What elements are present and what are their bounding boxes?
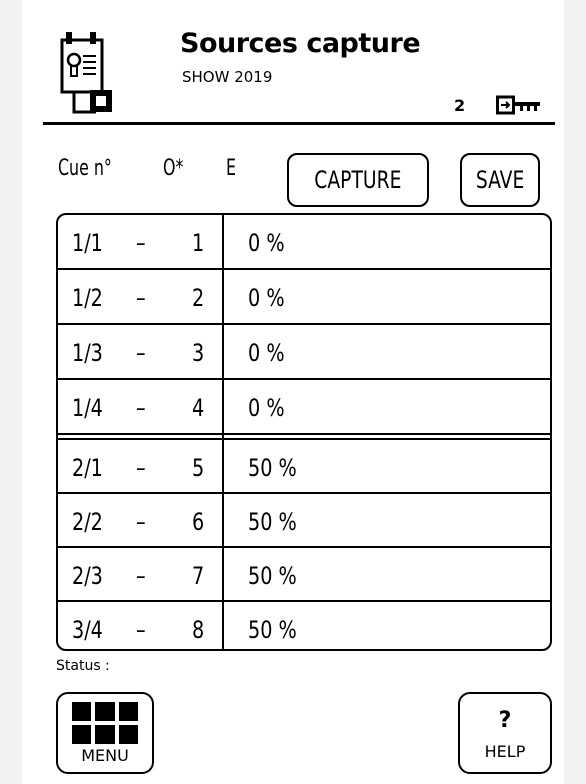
show-name: SHOW 2019 <box>182 68 273 86</box>
help-button[interactable]: ? HELP <box>458 692 552 774</box>
number-cell: 7 <box>192 562 205 590</box>
level-cell: 0 % <box>248 284 285 312</box>
question-mark-icon: ? <box>498 708 512 733</box>
number-cell: 2 <box>192 284 205 312</box>
cue-cell: 1/3 <box>72 339 103 367</box>
cue-cell: 1/2 <box>72 284 103 312</box>
group-divider <box>58 433 550 435</box>
dash-cell: – <box>136 616 146 644</box>
level-cell: 0 % <box>248 394 285 422</box>
level-cell: 50 % <box>248 454 297 482</box>
page-title: Sources capture <box>180 28 421 59</box>
level-cell: 0 % <box>248 229 285 257</box>
table-row[interactable]: 1/2 – 2 0 % <box>58 270 550 324</box>
level-cell: 50 % <box>248 562 297 590</box>
level-cell: 50 % <box>248 508 297 536</box>
table-row[interactable]: 1/4 – 4 0 % <box>58 380 550 434</box>
number-cell: 8 <box>192 616 205 644</box>
sources-table: 1/1 – 1 0 % 1/2 – 2 0 % 1/3 – 3 0 % 1/4 … <box>56 213 552 651</box>
cue-cell: 2/3 <box>72 562 103 590</box>
cue-cell: 2/1 <box>72 454 103 482</box>
table-row[interactable]: 2/1 – 5 50 % <box>58 440 550 494</box>
save-button[interactable]: SAVE <box>460 153 540 207</box>
clipboard-icon <box>60 32 112 114</box>
dash-cell: – <box>136 562 146 590</box>
table-row[interactable]: 2/2 – 6 50 % <box>58 494 550 548</box>
save-button-label: SAVE <box>475 166 525 194</box>
dash-cell: – <box>136 508 146 536</box>
table-row[interactable]: 3/4 – 8 50 % <box>58 602 550 649</box>
header-divider <box>43 122 555 125</box>
key-icon <box>496 95 540 115</box>
cue-cell: 1/1 <box>72 229 103 257</box>
menu-button[interactable]: MENU <box>56 692 154 774</box>
number-cell: 1 <box>192 229 205 257</box>
number-cell: 3 <box>192 339 205 367</box>
capture-button-label: CAPTURE <box>314 166 402 194</box>
number-cell: 5 <box>192 454 205 482</box>
number-cell: 6 <box>192 508 205 536</box>
dash-cell: – <box>136 454 146 482</box>
grid-menu-icon <box>72 702 138 744</box>
dash-cell: – <box>136 229 146 257</box>
user-count: 2 <box>454 96 466 115</box>
table-row[interactable]: 1/1 – 1 0 % <box>58 215 550 269</box>
menu-button-label: MENU <box>81 746 129 765</box>
dash-cell: – <box>136 339 146 367</box>
capture-button[interactable]: CAPTURE <box>287 153 429 207</box>
cue-cell: 2/2 <box>72 508 103 536</box>
dash-cell: – <box>136 284 146 312</box>
help-button-label: HELP <box>484 742 526 761</box>
e-label: E <box>226 156 237 181</box>
table-row[interactable]: 1/3 – 3 0 % <box>58 325 550 379</box>
level-cell: 0 % <box>248 339 285 367</box>
o-label: O* <box>163 156 184 181</box>
table-row[interactable]: 2/3 – 7 50 % <box>58 548 550 602</box>
cue-cell: 3/4 <box>72 616 103 644</box>
number-cell: 4 <box>192 394 205 422</box>
cue-cell: 1/4 <box>72 394 103 422</box>
status-label: Status : <box>56 658 110 674</box>
dash-cell: – <box>136 394 146 422</box>
level-cell: 50 % <box>248 616 297 644</box>
cue-number-label: Cue n° <box>58 156 112 181</box>
